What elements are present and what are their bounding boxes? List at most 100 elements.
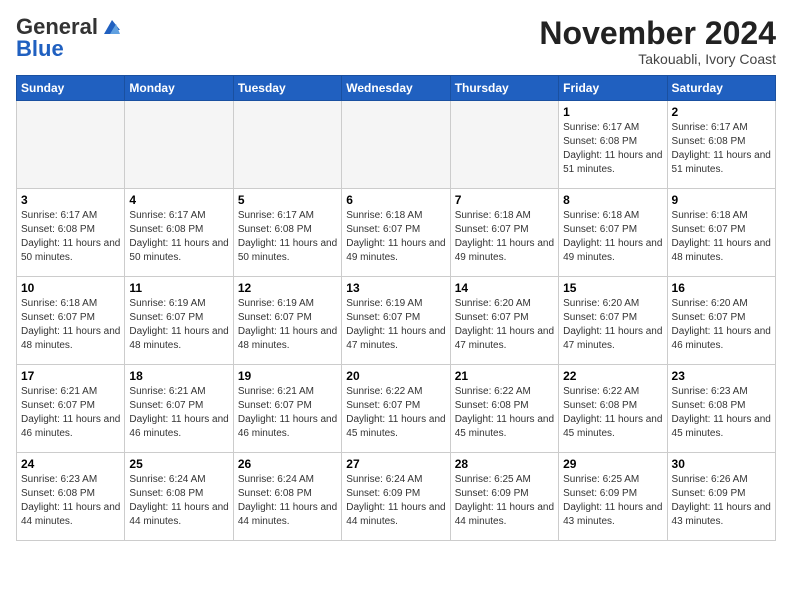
- day-number: 17: [21, 369, 120, 383]
- calendar-week-row: 3 Sunrise: 6:17 AMSunset: 6:08 PMDaylight…: [17, 189, 776, 277]
- calendar-week-row: 1 Sunrise: 6:17 AMSunset: 6:08 PMDaylight…: [17, 101, 776, 189]
- day-info: Sunrise: 6:23 AMSunset: 6:08 PMDaylight:…: [672, 385, 771, 441]
- day-of-week-header: Saturday: [667, 76, 775, 101]
- day-number: 8: [563, 193, 662, 207]
- calendar-week-row: 17 Sunrise: 6:21 AMSunset: 6:07 PMDayligh…: [17, 365, 776, 453]
- calendar-day-cell: 24 Sunrise: 6:23 AMSunset: 6:08 PMDayligh…: [17, 453, 125, 541]
- day-of-week-header: Monday: [125, 76, 233, 101]
- calendar-day-cell: 22 Sunrise: 6:22 AMSunset: 6:08 PMDayligh…: [559, 365, 667, 453]
- calendar-day-cell: [125, 101, 233, 189]
- day-info: Sunrise: 6:19 AMSunset: 6:07 PMDaylight:…: [129, 297, 228, 353]
- calendar-day-cell: 7Sunrise: 6:18 AMSunset: 6:07 PMDaylight…: [450, 189, 558, 277]
- day-info: Sunrise: 6:22 AMSunset: 6:07 PMDaylight:…: [346, 385, 445, 441]
- month-title: November 2024: [539, 16, 776, 51]
- day-number: 27: [346, 457, 445, 471]
- calendar-day-cell: 30 Sunrise: 6:26 AMSunset: 6:09 PMDayligh…: [667, 453, 775, 541]
- day-number: 26: [238, 457, 337, 471]
- calendar-day-cell: 15 Sunrise: 6:20 AMSunset: 6:07 PMDayligh…: [559, 277, 667, 365]
- calendar-day-cell: 11 Sunrise: 6:19 AMSunset: 6:07 PMDayligh…: [125, 277, 233, 365]
- calendar-day-cell: 4Sunrise: 6:17 AMSunset: 6:08 PMDaylight…: [125, 189, 233, 277]
- calendar-day-cell: 9 Sunrise: 6:18 AMSunset: 6:07 PMDaylight…: [667, 189, 775, 277]
- page-header: General Blue November 2024 Takouabli, Iv…: [16, 16, 776, 67]
- day-info: Sunrise: 6:24 AMSunset: 6:08 PMDaylight:…: [238, 473, 337, 529]
- calendar-day-cell: [233, 101, 341, 189]
- calendar-day-cell: 27 Sunrise: 6:24 AMSunset: 6:09 PMDayligh…: [342, 453, 450, 541]
- calendar-day-cell: 19Sunrise: 6:21 AMSunset: 6:07 PMDayligh…: [233, 365, 341, 453]
- day-number: 5: [238, 193, 337, 207]
- calendar-day-cell: 20 Sunrise: 6:22 AMSunset: 6:07 PMDayligh…: [342, 365, 450, 453]
- day-number: 15: [563, 281, 662, 295]
- day-number: 22: [563, 369, 662, 383]
- day-number: 3: [21, 193, 120, 207]
- day-info: Sunrise: 6:18 AMSunset: 6:07 PMDaylight:…: [21, 297, 120, 353]
- calendar-header-row: SundayMondayTuesdayWednesdayThursdayFrid…: [17, 76, 776, 101]
- logo: General Blue: [16, 16, 122, 61]
- calendar-day-cell: 12Sunrise: 6:19 AMSunset: 6:07 PMDayligh…: [233, 277, 341, 365]
- calendar-day-cell: [17, 101, 125, 189]
- day-info: Sunrise: 6:18 AMSunset: 6:07 PMDaylight:…: [672, 209, 771, 265]
- calendar-day-cell: 10 Sunrise: 6:18 AMSunset: 6:07 PMDayligh…: [17, 277, 125, 365]
- day-number: 14: [455, 281, 554, 295]
- calendar-week-row: 10 Sunrise: 6:18 AMSunset: 6:07 PMDayligh…: [17, 277, 776, 365]
- calendar-day-cell: 21Sunrise: 6:22 AMSunset: 6:08 PMDayligh…: [450, 365, 558, 453]
- calendar-day-cell: 6 Sunrise: 6:18 AMSunset: 6:07 PMDaylight…: [342, 189, 450, 277]
- day-number: 20: [346, 369, 445, 383]
- day-info: Sunrise: 6:18 AMSunset: 6:07 PMDaylight:…: [455, 209, 554, 265]
- day-info: Sunrise: 6:21 AMSunset: 6:07 PMDaylight:…: [129, 385, 228, 441]
- day-number: 1: [563, 105, 662, 119]
- logo-blue: Blue: [16, 36, 64, 61]
- day-number: 18: [129, 369, 228, 383]
- day-info: Sunrise: 6:19 AMSunset: 6:07 PMDaylight:…: [238, 297, 337, 353]
- day-info: Sunrise: 6:24 AMSunset: 6:09 PMDaylight:…: [346, 473, 445, 529]
- calendar-day-cell: 17Sunrise: 6:21 AMSunset: 6:07 PMDayligh…: [17, 365, 125, 453]
- day-number: 24: [21, 457, 120, 471]
- day-of-week-header: Sunday: [17, 76, 125, 101]
- day-number: 9: [672, 193, 771, 207]
- calendar-day-cell: [450, 101, 558, 189]
- calendar-week-row: 24 Sunrise: 6:23 AMSunset: 6:08 PMDayligh…: [17, 453, 776, 541]
- calendar-day-cell: 25Sunrise: 6:24 AMSunset: 6:08 PMDayligh…: [125, 453, 233, 541]
- day-info: Sunrise: 6:21 AMSunset: 6:07 PMDaylight:…: [238, 385, 337, 441]
- calendar-day-cell: 23 Sunrise: 6:23 AMSunset: 6:08 PMDayligh…: [667, 365, 775, 453]
- calendar-day-cell: 3 Sunrise: 6:17 AMSunset: 6:08 PMDaylight…: [17, 189, 125, 277]
- calendar-day-cell: 8 Sunrise: 6:18 AMSunset: 6:07 PMDaylight…: [559, 189, 667, 277]
- day-of-week-header: Friday: [559, 76, 667, 101]
- day-info: Sunrise: 6:20 AMSunset: 6:07 PMDaylight:…: [455, 297, 554, 353]
- calendar-day-cell: 1 Sunrise: 6:17 AMSunset: 6:08 PMDaylight…: [559, 101, 667, 189]
- day-number: 6: [346, 193, 445, 207]
- day-number: 25: [129, 457, 228, 471]
- day-info: Sunrise: 6:25 AMSunset: 6:09 PMDaylight:…: [563, 473, 662, 529]
- day-number: 4: [129, 193, 228, 207]
- day-info: Sunrise: 6:17 AMSunset: 6:08 PMDaylight:…: [672, 121, 771, 177]
- calendar-day-cell: 5Sunrise: 6:17 AMSunset: 6:08 PMDaylight…: [233, 189, 341, 277]
- day-number: 11: [129, 281, 228, 295]
- day-info: Sunrise: 6:20 AMSunset: 6:07 PMDaylight:…: [672, 297, 771, 353]
- day-of-week-header: Tuesday: [233, 76, 341, 101]
- day-of-week-header: Thursday: [450, 76, 558, 101]
- calendar-day-cell: 28Sunrise: 6:25 AMSunset: 6:09 PMDayligh…: [450, 453, 558, 541]
- day-number: 13: [346, 281, 445, 295]
- day-number: 30: [672, 457, 771, 471]
- day-info: Sunrise: 6:17 AMSunset: 6:08 PMDaylight:…: [563, 121, 662, 177]
- day-info: Sunrise: 6:17 AMSunset: 6:08 PMDaylight:…: [21, 209, 120, 265]
- logo-general: General: [16, 16, 98, 38]
- logo-icon: [100, 16, 122, 38]
- day-info: Sunrise: 6:25 AMSunset: 6:09 PMDaylight:…: [455, 473, 554, 529]
- calendar-day-cell: 13 Sunrise: 6:19 AMSunset: 6:07 PMDayligh…: [342, 277, 450, 365]
- title-block: November 2024 Takouabli, Ivory Coast: [539, 16, 776, 67]
- calendar-table: SundayMondayTuesdayWednesdayThursdayFrid…: [16, 75, 776, 541]
- day-number: 29: [563, 457, 662, 471]
- day-info: Sunrise: 6:18 AMSunset: 6:07 PMDaylight:…: [346, 209, 445, 265]
- calendar-day-cell: 18 Sunrise: 6:21 AMSunset: 6:07 PMDayligh…: [125, 365, 233, 453]
- day-number: 10: [21, 281, 120, 295]
- day-info: Sunrise: 6:19 AMSunset: 6:07 PMDaylight:…: [346, 297, 445, 353]
- day-info: Sunrise: 6:18 AMSunset: 6:07 PMDaylight:…: [563, 209, 662, 265]
- day-number: 21: [455, 369, 554, 383]
- day-info: Sunrise: 6:26 AMSunset: 6:09 PMDaylight:…: [672, 473, 771, 529]
- day-info: Sunrise: 6:20 AMSunset: 6:07 PMDaylight:…: [563, 297, 662, 353]
- location: Takouabli, Ivory Coast: [539, 51, 776, 67]
- day-number: 23: [672, 369, 771, 383]
- day-info: Sunrise: 6:23 AMSunset: 6:08 PMDaylight:…: [21, 473, 120, 529]
- day-info: Sunrise: 6:22 AMSunset: 6:08 PMDaylight:…: [563, 385, 662, 441]
- day-of-week-header: Wednesday: [342, 76, 450, 101]
